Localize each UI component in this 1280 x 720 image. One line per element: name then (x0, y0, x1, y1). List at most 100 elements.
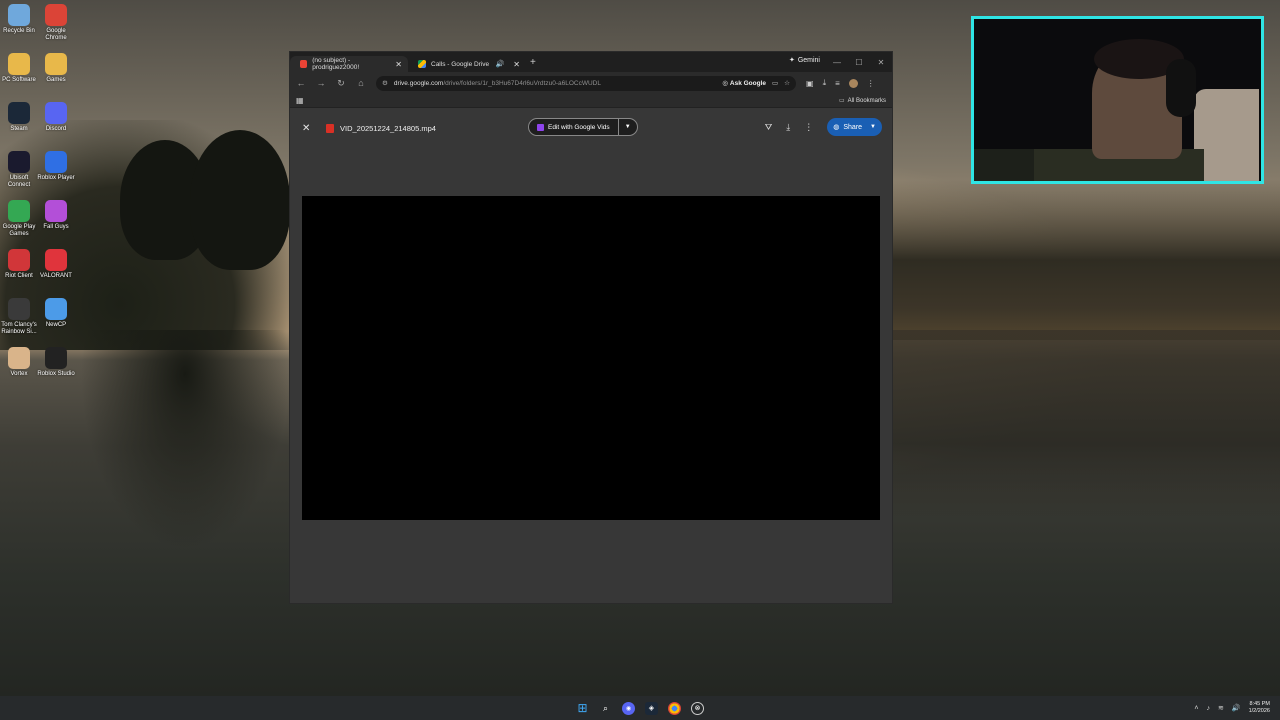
discord-icon[interactable]: ◉ (622, 701, 635, 715)
desktop-icon-label: Recycle Bin (3, 28, 35, 34)
desktop-icon-label: Ubisoft Connect (7, 175, 31, 188)
profile-avatar[interactable] (848, 78, 858, 88)
desktop-icon-label: Google Chrome (45, 28, 67, 41)
tab-gmail[interactable]: (no subject) - prodriguez2000! ✕ (290, 56, 408, 72)
desktop-icon[interactable]: Games (37, 53, 75, 84)
recycle-bin-icon (8, 4, 30, 26)
desktop-icon[interactable]: Riot Client (0, 249, 38, 280)
windows-start-icon[interactable]: ⊞ (576, 701, 589, 715)
cast-icon[interactable]: ▭ (772, 79, 778, 87)
browser-toolbar: ← → ↻ ⌂ ⚙ drive.google.com/drive/folders… (290, 72, 892, 94)
url-path: /drive/folders/1r_b3Hu67D4rl6uVrdtzu0-a6… (443, 79, 601, 87)
desktop-icon[interactable]: Roblox Studio (37, 347, 75, 378)
desktop-icon[interactable]: Ubisoft Connect (0, 151, 38, 189)
all-bookmarks-label: All Bookmarks (847, 97, 886, 104)
chrome-icon (45, 4, 67, 26)
close-window-button[interactable]: ✕ (870, 52, 892, 72)
bookmark-star-icon[interactable]: ☆ (784, 79, 790, 87)
chevron-up-icon[interactable]: ˄ (1194, 705, 1198, 712)
globe-icon: ◍ (833, 124, 840, 131)
forward-button[interactable]: → (316, 78, 326, 88)
desktop-icon[interactable]: Steam (0, 102, 38, 133)
minimize-button[interactable]: — (826, 52, 848, 72)
folder-icon: ▭ (838, 98, 845, 104)
desktop-icon[interactable]: VALORANT (37, 249, 75, 280)
desktop-icon[interactable]: PC Software (0, 53, 38, 84)
google-drive-icon (418, 60, 426, 68)
downloads-icon[interactable]: ⤓ (823, 78, 827, 88)
desktop-icon[interactable]: Recycle Bin (0, 4, 38, 35)
desktop-icon[interactable]: Roblox Player (37, 151, 75, 182)
reload-button[interactable]: ↻ (336, 78, 346, 89)
desktop-icon[interactable]: Tom Clancy's Rainbow Si... (0, 298, 38, 336)
desktop-icon[interactable]: Vortex (0, 347, 38, 378)
desktop-icon-label: Games (46, 77, 66, 83)
desktop-icon-label: Fall Guys (43, 224, 69, 230)
more-options-icon[interactable]: ⋮ (804, 122, 813, 133)
home-button[interactable]: ⌂ (356, 78, 366, 88)
roblox-studio-icon (45, 347, 67, 369)
tab-title: (no subject) - prodriguez2000! (312, 57, 360, 71)
tab-google-drive[interactable]: Calls - Google Drive 🔊 ✕ (408, 56, 526, 72)
system-tray: ˄ ♪ ≋ 🔊 8:45 PM 1/2/2026 (1194, 696, 1270, 720)
chevron-down-icon: ▼ (870, 124, 876, 130)
desktop-icon[interactable]: NewCP (37, 298, 75, 329)
viewer-header: ✕ VID_20251224_214805.mp4 Edit with Goog… (290, 108, 892, 148)
desktop-icon[interactable]: Google Play Games (0, 200, 38, 238)
steam-icon (8, 102, 30, 124)
edit-with-google-vids-button[interactable]: Edit with Google Vids (529, 119, 619, 135)
apps-grid-icon[interactable]: ▦ (296, 96, 304, 105)
desktop-icon-label: Tom Clancy's Rainbow Si... (1, 322, 37, 335)
app-icon[interactable]: ⊗ (691, 701, 704, 715)
ask-google-button[interactable]: ◎ Ask Google (722, 79, 766, 88)
address-bar[interactable]: ⚙ drive.google.com/drive/folders/1r_b3Hu… (376, 75, 796, 91)
maximize-button[interactable]: ☐ (848, 52, 870, 72)
gemini-button[interactable]: ✦ Gemini (788, 56, 820, 65)
desktop-icon-label: Steam (10, 126, 28, 132)
viewer-actions: ⛛ ⤓ ⋮ ◍ Share ▼ (765, 118, 882, 136)
close-icon[interactable]: ✕ (395, 60, 402, 69)
back-button[interactable]: ← (296, 78, 306, 88)
share-button[interactable]: ◍ Share ▼ (827, 118, 882, 136)
chrome-icon[interactable] (668, 701, 681, 715)
ubisoft-icon (8, 151, 30, 173)
desktop-icon[interactable]: Fall Guys (37, 200, 75, 231)
wallpaper-tree (190, 130, 290, 270)
search-icon[interactable]: ⌕ (599, 702, 612, 715)
video-player[interactable] (302, 196, 880, 520)
headset (1166, 59, 1196, 117)
wifi-icon[interactable]: ≋ (1218, 704, 1224, 712)
google-lens-icon: ◎ (722, 80, 728, 87)
audio-icon[interactable]: 🔊 (496, 60, 505, 68)
close-viewer-button[interactable]: ✕ (302, 123, 314, 134)
chrome-window: (no subject) - prodriguez2000! ✕ Calls -… (289, 51, 893, 604)
tab-title: Calls - Google Drive (431, 60, 490, 68)
gemini-icon: ✦ (788, 57, 795, 64)
all-bookmarks-button[interactable]: ▭ All Bookmarks (838, 97, 886, 105)
steam-icon[interactable]: ◈ (645, 701, 658, 715)
extensions-icon[interactable]: ≡ (835, 79, 840, 88)
clock-time: 8:45 PM (1249, 701, 1270, 707)
desktop-icon[interactable]: Google Chrome (37, 4, 75, 42)
taskbar: ⊞ ⌕ ◉ ◈ ⊗ ˄ ♪ ≋ 🔊 8:45 PM 1/2/2026 (0, 696, 1280, 720)
folder-icon (45, 53, 67, 75)
taskbar-apps: ⊞ ⌕ ◉ ◈ ⊗ (576, 701, 704, 715)
desktop-icon-label: Roblox Studio (37, 371, 75, 377)
edit-vids-dropdown[interactable]: ▼ (619, 124, 637, 130)
close-icon[interactable]: ✕ (513, 60, 520, 69)
download-icon[interactable]: ⤓ (786, 122, 790, 133)
desktop-icon-label: Vortex (10, 371, 28, 377)
desktop-icon-label: Roblox Player (37, 175, 75, 181)
file-name: VID_20251224_214805.mp4 (340, 123, 436, 133)
volume-icon[interactable]: 🔊 (1232, 704, 1241, 712)
desktop-icon[interactable]: Discord (37, 102, 75, 133)
toolbar-actions: ▣ ⤓ ≡ ⋮ (806, 78, 875, 88)
chrome-menu-icon[interactable]: ⋮ (867, 79, 875, 88)
microphone-icon[interactable]: ♪ (1206, 705, 1210, 712)
edit-vids-label: Edit with Google Vids (548, 123, 610, 131)
clock[interactable]: 8:45 PM 1/2/2026 (1249, 701, 1270, 715)
new-tab-button[interactable]: + (530, 57, 536, 68)
screen-share-icon[interactable]: ▣ (806, 79, 814, 88)
site-info-icon[interactable]: ⚙ (382, 79, 388, 87)
add-to-drive-icon[interactable]: ⛛ (765, 122, 773, 133)
